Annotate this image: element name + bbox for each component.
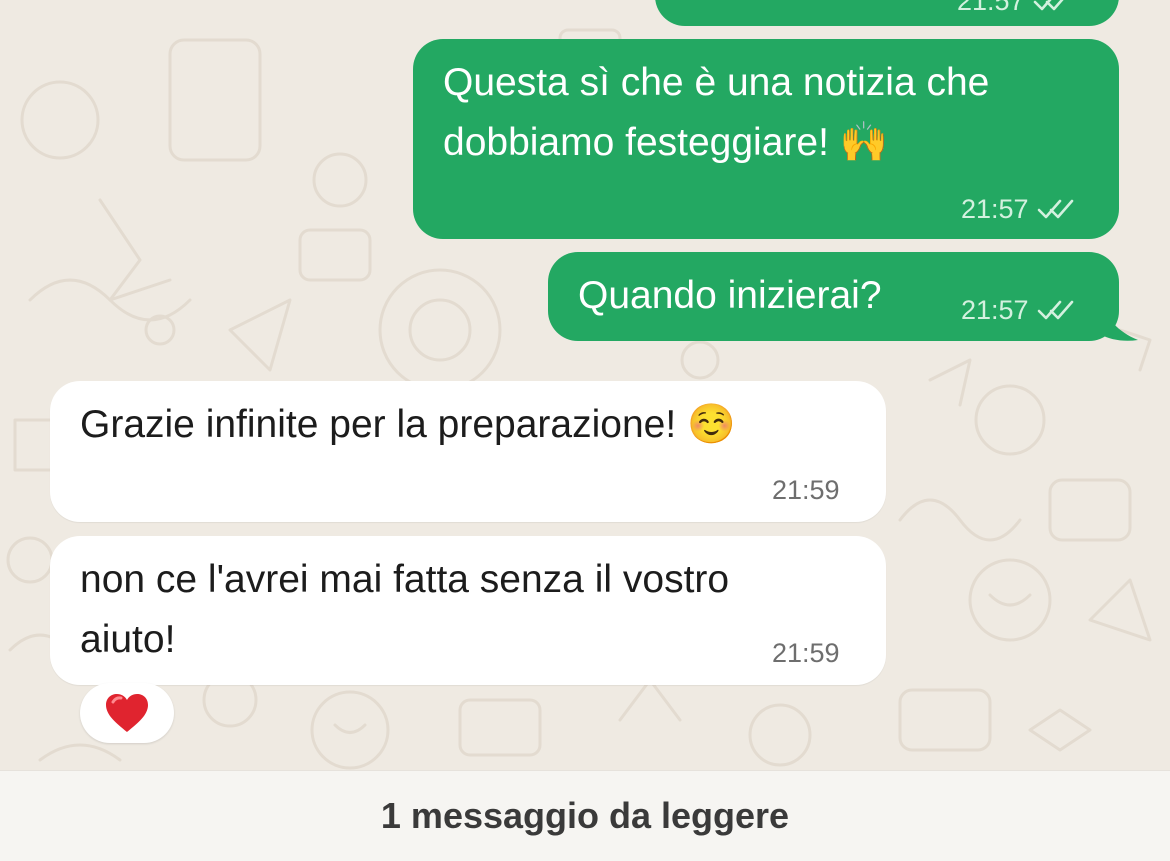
message-bubble-outgoing[interactable]: Quando inizierai? 21:57 [548,252,1119,341]
message-time: 21:57 [961,295,1029,325]
double-check-icon [1037,300,1073,320]
message-time: 21:57 [957,0,1025,16]
message-meta: 21:57 [961,295,1075,325]
unread-messages-label: 1 messaggio da leggere [380,795,790,836]
message-time: 21:57 [961,194,1029,224]
message-meta: 21:59 [772,638,840,668]
message-text: Quando inizierai? [578,274,882,317]
message-text: Grazie infinite per la preparazione! ☺️ [80,403,736,446]
double-check-icon [1033,0,1064,11]
message-bubble-outgoing[interactable]: Questa sì che è una notizia che dobbiamo… [413,39,1119,239]
message-text: Questa sì che è una notizia che dobbiamo… [443,61,990,164]
bubble-tail [1100,300,1138,341]
message-meta: 21:57 [961,194,1075,224]
double-check-icon [1037,199,1073,219]
message-bubble-outgoing[interactable]: 21:57 [655,0,1119,26]
unread-messages-banner[interactable]: 1 messaggio da leggere [0,770,1170,861]
message-text: non ce l'avrei mai fatta senza il vostro… [80,558,730,661]
message-reaction[interactable] [80,683,174,743]
message-meta: 21:59 [772,475,840,505]
message-bubble-incoming[interactable]: Grazie infinite per la preparazione! ☺️ … [50,381,886,522]
heart-icon [106,694,148,732]
message-meta: 21:57 [957,0,1071,16]
message-time: 21:59 [772,475,840,505]
message-bubble-incoming[interactable]: non ce l'avrei mai fatta senza il vostro… [50,536,886,685]
message-time: 21:59 [772,638,840,668]
